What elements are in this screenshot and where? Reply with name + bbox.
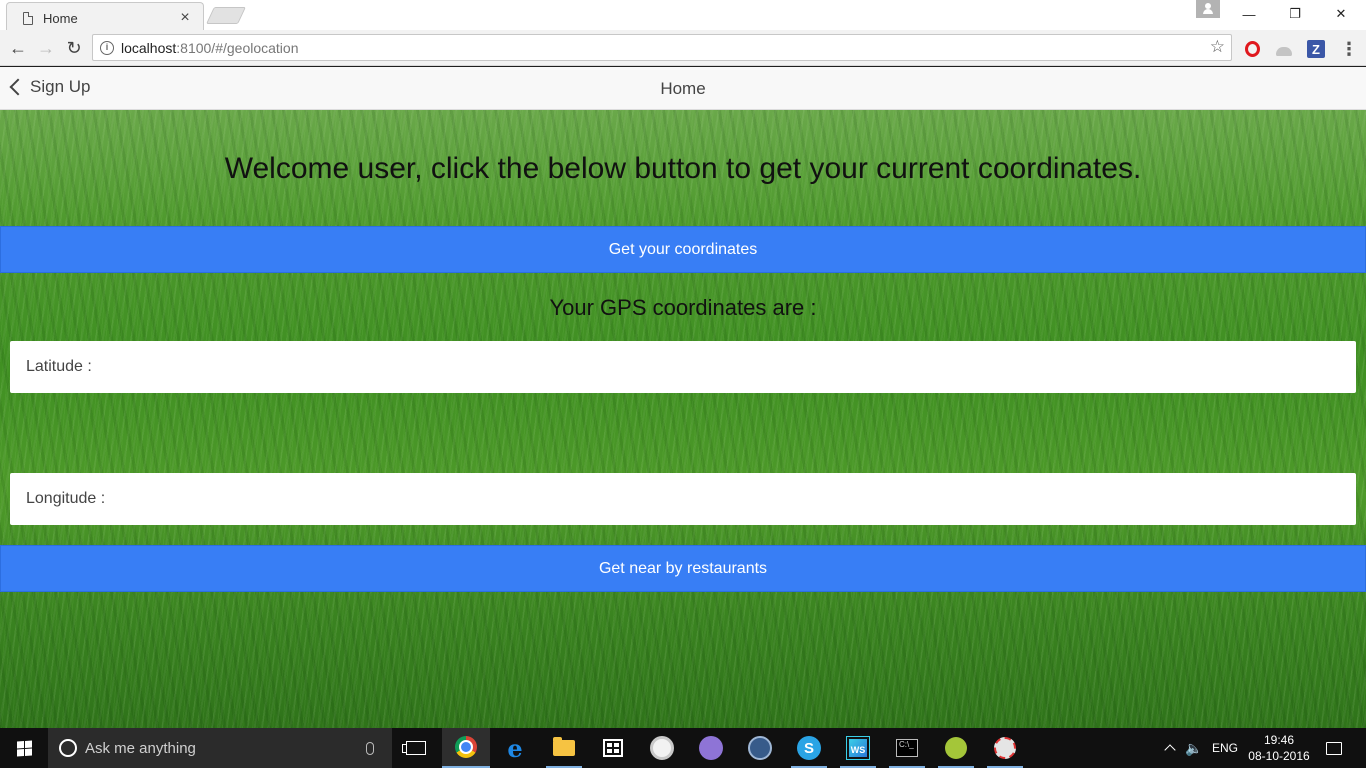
edge-icon: e [507,733,523,763]
windows-logo-icon [16,739,32,757]
welcome-heading: Welcome user, click the below button to … [224,152,1142,185]
page-title: Home [660,79,706,98]
bookmark-star-icon[interactable]: ☆ [1210,37,1225,57]
folder-icon [553,737,575,756]
windows-taskbar: Ask me anything e S WS C:\_ 🔈 ENG 19:46 … [0,728,1366,768]
action-center-button[interactable] [1322,728,1346,768]
menu-dots-icon[interactable]: ⋮ [1340,40,1358,58]
terminal-icon: C:\_ [896,739,918,757]
tab-title: Home [43,10,78,26]
z-extension-icon[interactable]: Z [1307,40,1325,58]
cortana-search-box[interactable]: Ask me anything [48,728,392,768]
taskbar-file-explorer[interactable] [540,728,588,768]
start-button[interactable] [0,728,48,768]
taskbar-store[interactable] [589,728,637,768]
task-view-button[interactable] [392,728,440,768]
url-text[interactable]: localhost:8100/#/geolocation [121,40,298,56]
store-icon [603,739,623,757]
taskbar-command-prompt[interactable]: C:\_ [883,728,931,768]
chevron-up-icon [1164,744,1176,756]
taskbar-edge[interactable]: e [491,728,539,768]
notification-icon [1326,741,1342,755]
taskbar-app-compass[interactable] [638,728,686,768]
gps-heading: Your GPS coordinates are : [549,295,817,320]
browser-tab[interactable]: Home × [6,2,204,30]
skype-icon: S [797,736,821,760]
search-placeholder: Ask me anything [85,739,196,757]
back-arrow-icon[interactable]: ← [6,36,30,60]
clock-time: 19:46 [1263,733,1295,747]
latitude-label: Latitude : [26,358,92,375]
clock[interactable]: 19:46 08-10-2016 [1244,728,1314,768]
show-hidden-icons-button[interactable] [1160,728,1180,768]
get-restaurants-button[interactable]: Get near by restaurants [0,545,1366,592]
cortana-icon [59,739,77,757]
close-window-button[interactable]: ✕ [1318,0,1364,28]
compass-app-icon [650,736,674,760]
latitude-row: Latitude : [10,341,1356,393]
profile-icon[interactable] [1196,0,1220,18]
github-cat-icon [699,736,723,760]
forward-arrow-icon[interactable]: → [34,36,58,60]
task-view-icon [402,741,426,755]
taskbar-app-github[interactable] [687,728,735,768]
taskbar-webstorm[interactable]: WS [834,728,882,768]
address-bar[interactable]: i localhost:8100/#/geolocation ☆ [92,34,1232,61]
info-icon[interactable]: i [100,41,114,55]
longitude-label: Longitude : [26,490,106,507]
app-header: Sign Up Home [0,67,1366,110]
microphone-icon[interactable] [366,741,374,755]
taskbar-app-tree[interactable] [736,728,784,768]
taskbar-snipping-tool[interactable] [981,728,1029,768]
close-tab-icon[interactable]: × [177,9,193,27]
clock-date: 08-10-2016 [1248,749,1310,763]
browser-toolbar: ← → ↻ i localhost:8100/#/geolocation ☆ Z… [0,30,1366,66]
restore-button[interactable]: ❐ [1272,0,1318,28]
volume-icon[interactable]: 🔈 [1184,728,1204,768]
geolocation-content: Welcome user, click the below button to … [0,110,1366,728]
chrome-icon [455,736,477,758]
minimize-button[interactable]: — [1226,0,1272,28]
taskbar-skype[interactable]: S [785,728,833,768]
longitude-row: Longitude : [10,473,1356,525]
language-indicator[interactable]: ENG [1212,728,1240,768]
reload-icon[interactable]: ↻ [62,36,86,60]
webstorm-icon: WS [846,736,870,760]
page-icon [23,11,33,25]
get-coordinates-button[interactable]: Get your coordinates [0,226,1366,273]
opera-extension-icon[interactable] [1243,40,1261,58]
new-tab-button[interactable] [206,7,246,24]
taskbar-chrome[interactable] [442,728,490,768]
browser-tabstrip: Home × — ❐ ✕ [0,0,1366,30]
taskbar-android-studio[interactable] [932,728,980,768]
snipping-tool-icon [994,737,1016,759]
cloud-extension-icon[interactable] [1275,40,1293,58]
android-icon [945,737,967,759]
tree-app-icon [748,736,772,760]
